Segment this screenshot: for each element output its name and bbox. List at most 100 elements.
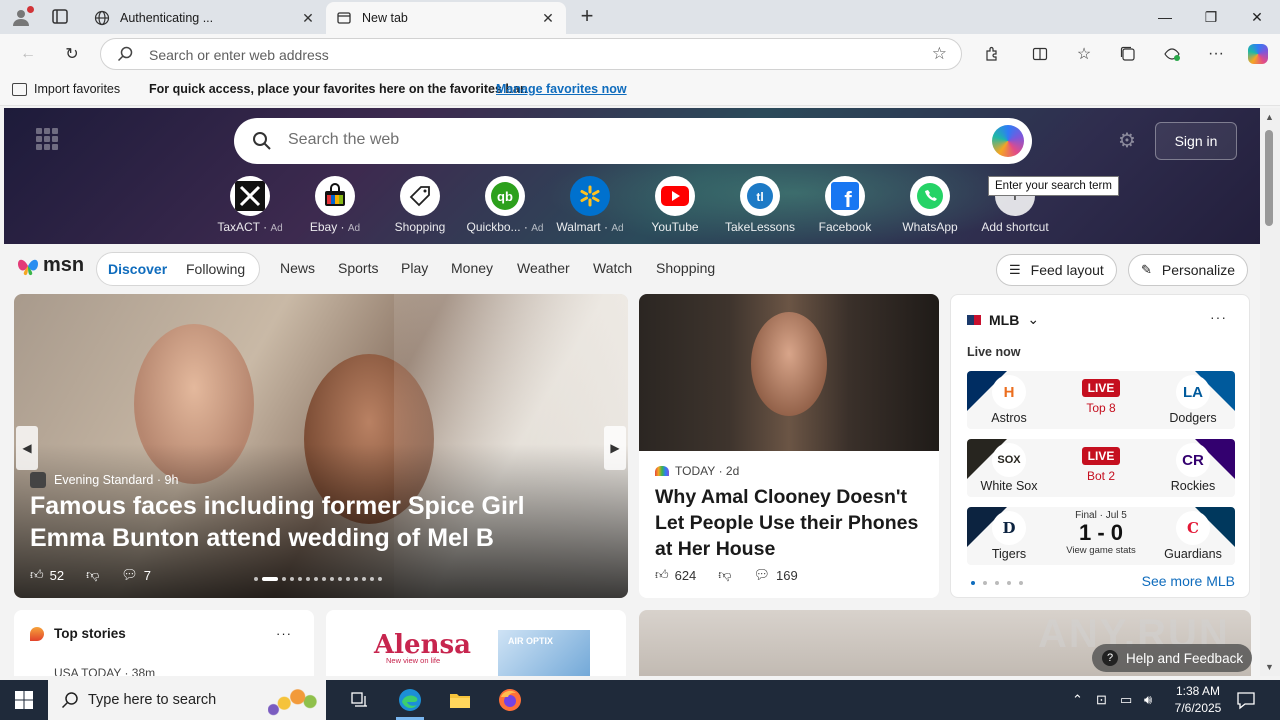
personalize-button[interactable]: ✎ Personalize [1128,254,1249,286]
shortcut-taxact[interactable]: TaxACT · Ad [208,176,292,234]
view-game-stats-link[interactable]: View game stats [1057,545,1145,556]
nav-sports[interactable]: Sports [338,260,378,276]
game-row[interactable]: H Astros LIVE Top 8 LA Dodgers [967,371,1235,429]
ad-card[interactable]: Alensa New view on life AIR OPTIX [326,610,626,676]
minimize-button[interactable]: — [1142,0,1188,34]
help-feedback-button[interactable]: ? Help and Feedback [1092,644,1252,672]
dislike-icon[interactable]: 👎︎ [718,567,731,583]
close-window-button[interactable]: ✕ [1234,0,1280,34]
split-screen-icon[interactable] [1026,40,1054,68]
shortcut-whatsapp[interactable]: WhatsApp [888,176,972,234]
show-hidden-icons-chevron[interactable]: ⌃ [1072,692,1083,708]
more-options-icon[interactable]: ··· [1210,309,1227,325]
tab-new-tab[interactable]: New tab ✕ [326,2,566,34]
vertical-scrollbar[interactable]: ▲ ▼ [1260,108,1280,676]
nav-money[interactable]: Money [451,260,493,276]
taskbar-search-box[interactable]: Type here to search [48,680,326,720]
web-search-box[interactable]: Search the web [234,118,1032,164]
manage-favorites-link[interactable]: Manage favorites now [496,82,627,96]
see-more-mlb-link[interactable]: See more MLB [1142,573,1235,589]
story-title[interactable]: Why Amal Clooney Doesn't Let People Use … [655,484,925,562]
dislike-icon[interactable]: 👎︎ [86,567,99,583]
taskbar-clock[interactable]: 1:38 AM 7/6/2025 [1172,683,1224,717]
task-view-icon[interactable] [336,680,384,720]
copilot-search-icon[interactable] [992,125,1024,157]
volume-tray-icon[interactable]: 🔊︎ [1144,692,1152,708]
collections-icon[interactable] [1114,40,1142,68]
msn-logo[interactable]: msn [16,254,84,277]
story-title[interactable]: Famous faces including former Spice Girl… [30,490,590,554]
sign-in-button[interactable]: Sign in [1155,122,1237,160]
browser-essentials-icon[interactable] [1158,40,1186,68]
msn-butterfly-icon [18,259,38,275]
feed-layout-button[interactable]: ☰ Feed layout [996,254,1117,286]
scroll-up-arrow[interactable]: ▲ [1265,112,1274,122]
back-button[interactable]: ← [14,40,42,68]
svg-text:qb: qb [497,189,513,204]
shortcut-facebook[interactable]: f Facebook [803,176,887,234]
settings-more-icon[interactable]: ··· [1202,40,1230,68]
live-badge: LIVE [1081,379,1121,397]
wifi-tray-icon[interactable]: ▭ [1120,692,1132,708]
copilot-icon[interactable] [1244,40,1272,68]
final-score: 1 - 0 [1078,520,1124,545]
address-bar[interactable]: Search or enter web address ☆ [100,38,962,70]
mlb-logo-icon [967,314,981,325]
profile-button[interactable] [8,6,34,28]
apps-launcher-icon[interactable] [36,128,58,150]
nav-shopping[interactable]: Shopping [656,260,715,276]
dodgers-logo-icon: LA [1176,375,1210,409]
start-button[interactable] [0,680,48,720]
nav-play[interactable]: Play [401,260,428,276]
page-settings-gear-icon[interactable]: ⚙ [1116,130,1138,152]
shortcut-youtube[interactable]: YouTube [633,176,717,234]
refresh-button[interactable]: ↻ [58,40,86,68]
nav-news[interactable]: News [280,260,315,276]
tab-actions-button[interactable] [50,8,70,26]
more-options-icon[interactable]: ··· [276,626,292,641]
file-explorer-icon[interactable] [436,680,484,720]
feed-tab-switch: Discover Following [96,252,260,286]
restore-button[interactable]: ❐ [1188,0,1234,34]
firefox-icon[interactable] [486,680,534,720]
carousel-prev-button[interactable]: ◀ [16,426,38,470]
sliders-icon: ☰ [1009,262,1021,277]
carousel-next-button[interactable]: ▶ [604,426,626,470]
like-icon[interactable]: 👍︎ [30,567,44,583]
import-favorites-button[interactable]: Import favorites [12,82,120,96]
shortcut-ebay[interactable]: Ebay · Ad [293,176,377,234]
tab-label: Authenticating ... [120,11,214,25]
hero-background: Search the web ⚙ Sign in TaxACT · Ad Eba… [4,108,1260,248]
today-story-card[interactable]: TODAY · 2d Why Amal Clooney Doesn't Let … [639,294,939,598]
shortcut-walmart[interactable]: Walmart · Ad [548,176,632,234]
favorites-icon[interactable]: ☆ [1070,40,1098,68]
notification-center-icon[interactable] [1236,690,1256,713]
scroll-down-arrow[interactable]: ▼ [1265,662,1274,672]
close-tab-icon[interactable]: ✕ [540,10,556,26]
mlb-header[interactable]: MLB ⌄ [967,311,1039,328]
extensions-icon[interactable] [978,40,1006,68]
nav-watch[interactable]: Watch [593,260,632,276]
shortcut-quickbooks[interactable]: qb Quickbo... · Ad [463,176,547,234]
close-tab-icon[interactable]: ✕ [300,10,316,26]
shortcut-takelessons[interactable]: tl TakeLessons [718,176,802,234]
comment-icon[interactable]: 💬︎ [754,567,771,583]
help-icon: ? [1102,650,1118,666]
nav-weather[interactable]: Weather [517,260,570,276]
scroll-thumb[interactable] [1265,130,1273,226]
edge-taskbar-icon[interactable] [386,680,434,720]
comment-icon[interactable]: 💬︎ [121,567,138,583]
like-icon[interactable]: 👍︎ [655,567,669,583]
game-row[interactable]: D Tigers Final · Jul 51 - 0 View game stat… [967,507,1235,565]
shortcut-shopping[interactable]: Shopping [378,176,462,234]
game-row[interactable]: SOX White Sox LIVE Bot 2 CR Rockies [967,439,1235,497]
tab-following[interactable]: Following [186,261,245,277]
new-tab-button[interactable]: + [576,5,598,28]
story-source[interactable]: USA TODAY · 38m [54,666,155,676]
hero-story-card[interactable]: ◀ ▶ Evening Standard · 9h Famous faces i… [14,294,628,598]
ebay-icon [315,176,355,216]
tab-discover[interactable]: Discover [108,261,167,277]
network-tray-icon[interactable]: ⊡ [1096,692,1107,708]
tab-authenticating[interactable]: Authenticating ... ✕ [84,2,326,34]
favorite-star-icon[interactable]: ☆ [932,44,947,64]
